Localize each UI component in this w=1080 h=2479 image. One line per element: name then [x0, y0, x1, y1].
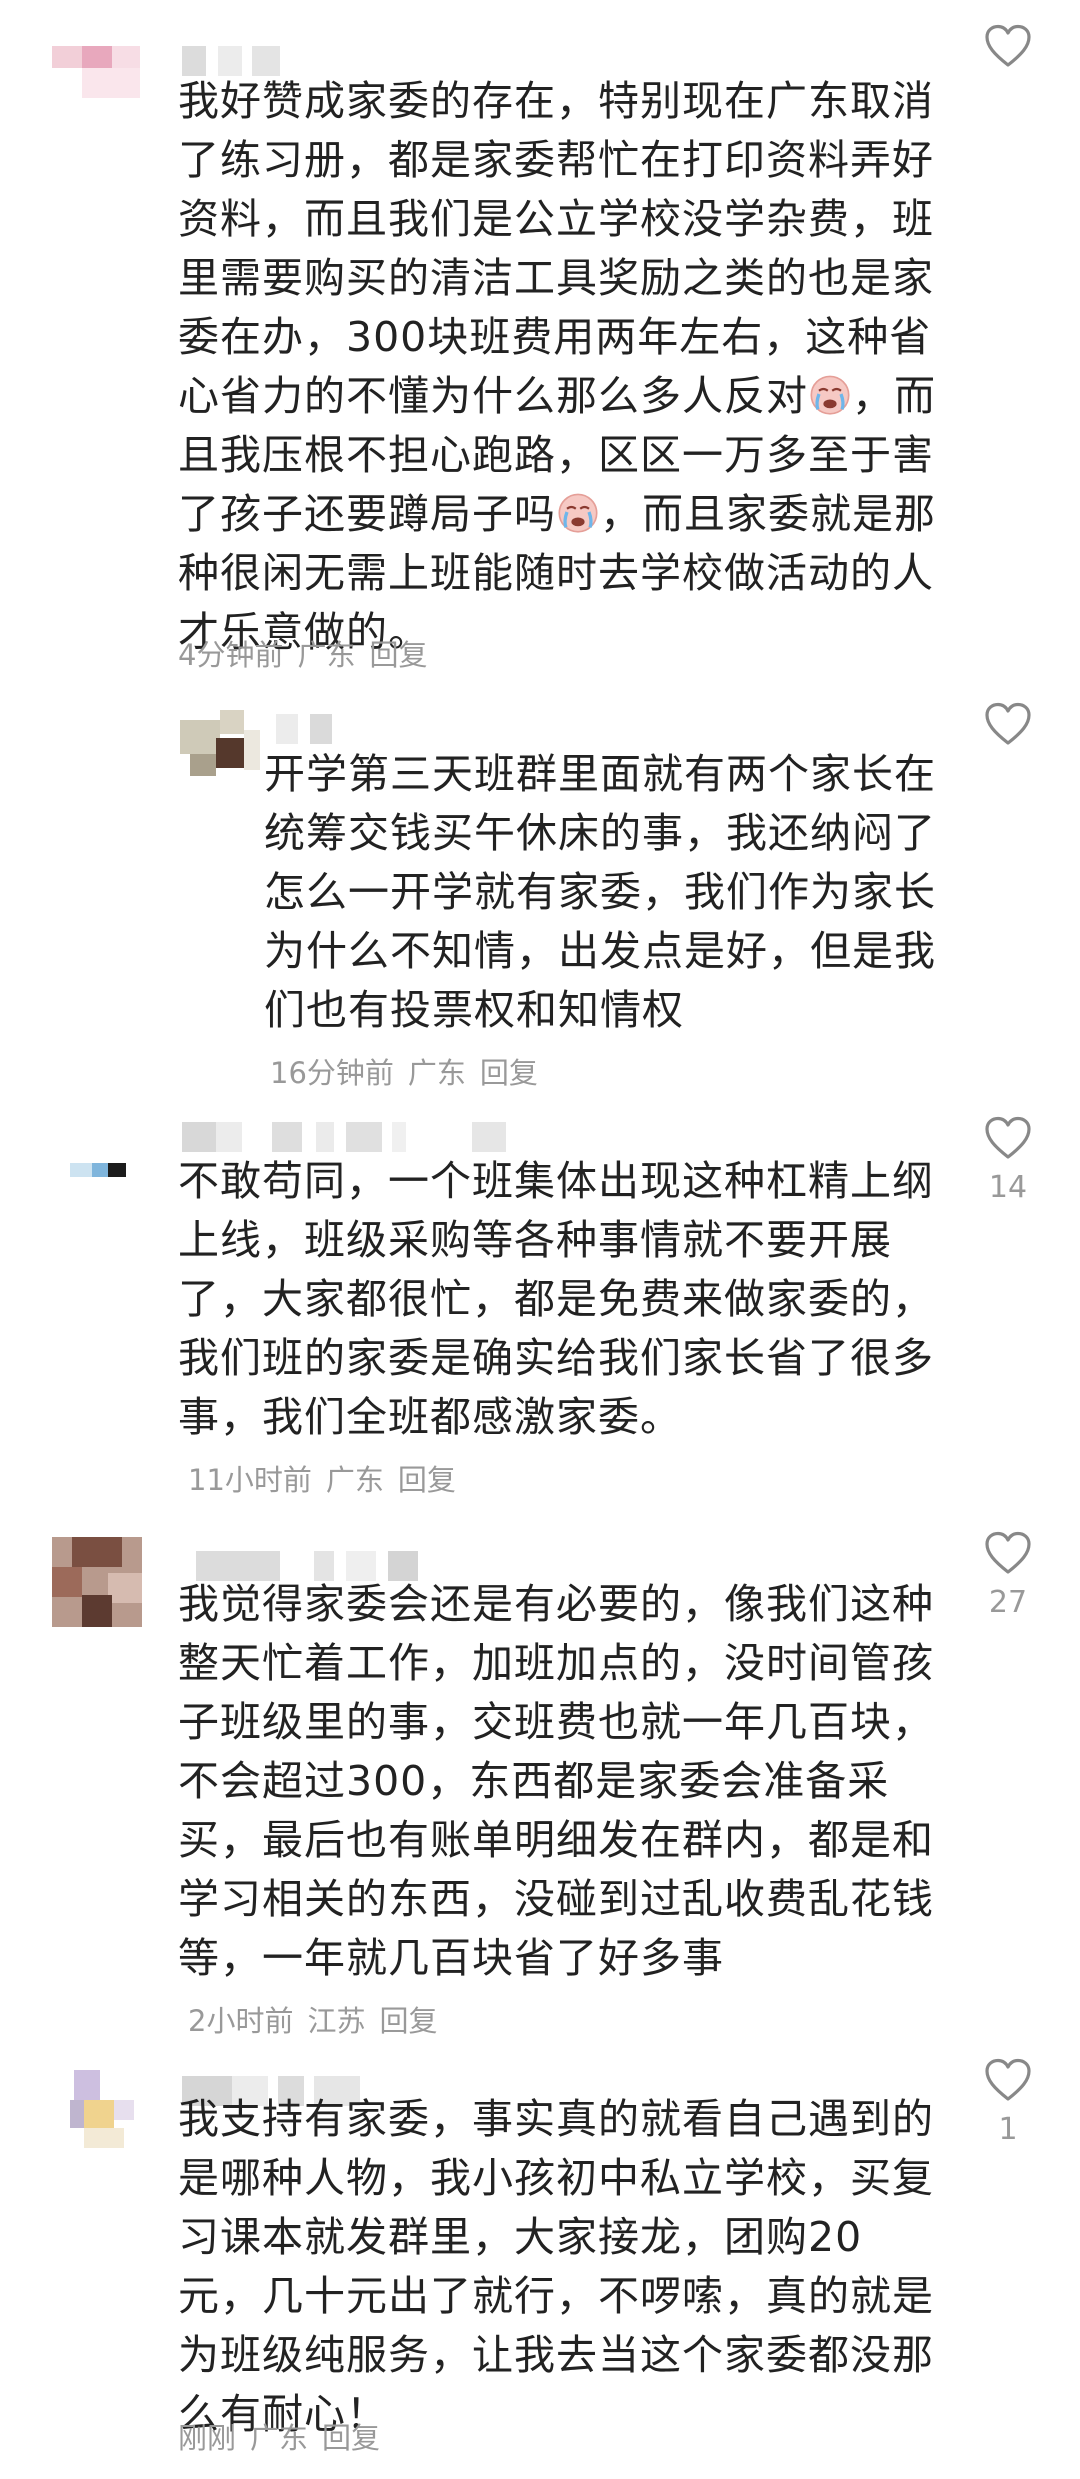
- comment-text: 不敢苟同，一个班集体出现这种杠精上纲上线，班级采购等各种事情就不要开展了，大家都…: [178, 1157, 934, 1497]
- comment-text: 我支持有家委，事实真的就看自己遇到的是哪种人物，我小孩初中私立学校，买复习课本就…: [178, 2095, 934, 2438]
- comment-location: 广东: [407, 1056, 466, 1090]
- comment-time: 刚刚: [178, 2421, 237, 2455]
- like-count: 1: [998, 2112, 1018, 2147]
- avatar[interactable]: [52, 30, 142, 108]
- comment-item: 我觉得家委会还是有必要的，像我们这种整天忙着工作，加班加点的，没时间管孩子班级里…: [0, 1515, 1080, 2038]
- avatar[interactable]: [70, 2060, 140, 2154]
- comment-meta: 2小时前 江苏 回复: [188, 2004, 451, 2038]
- comment-location: 广东: [250, 2421, 309, 2455]
- reply-button[interactable]: 回复: [322, 2421, 380, 2455]
- heart-icon: [984, 24, 1032, 68]
- like-button[interactable]: [978, 702, 1038, 756]
- heart-icon: [984, 1531, 1032, 1575]
- reply-button[interactable]: 回复: [480, 1056, 538, 1090]
- like-button[interactable]: 14: [978, 1116, 1038, 1205]
- comment-meta: 11小时前 广东 回复: [188, 1463, 470, 1497]
- comment-location: 江苏: [307, 2004, 366, 2038]
- like-button[interactable]: [978, 24, 1038, 78]
- comment-item: 我支持有家委，事实真的就看自己遇到的是哪种人物，我小孩初中私立学校，买复习课本就…: [0, 2040, 1080, 2479]
- username-blurred[interactable]: [276, 714, 356, 744]
- avatar[interactable]: [52, 1537, 142, 1627]
- crying-face-icon: [556, 490, 600, 534]
- reply-button[interactable]: 回复: [379, 2004, 437, 2038]
- comment-meta: 刚刚 广东 回复: [178, 2415, 394, 2457]
- comment-text: 开学第三天班群里面就有两个家长在统筹交钱买午休床的事，我还纳闷了怎么一开学就有家…: [264, 750, 936, 1090]
- comment-text: 我觉得家委会还是有必要的，像我们这种整天忙着工作，加班加点的，没时间管孩子班级里…: [178, 1580, 934, 2038]
- like-button[interactable]: 1: [978, 2058, 1038, 2147]
- like-count: 27: [988, 1585, 1028, 1620]
- heart-icon: [984, 2058, 1032, 2102]
- avatar[interactable]: [180, 710, 260, 790]
- reply-comment-item: 开学第三天班群里面就有两个家长在统筹交钱买午休床的事，我还纳闷了怎么一开学就有家…: [0, 690, 1080, 1090]
- comment-time: 4分钟前: [178, 638, 284, 672]
- comment-location: 广东: [297, 638, 356, 672]
- comment-meta: 16分钟前 广东 回复: [270, 1056, 552, 1090]
- reply-button[interactable]: 回复: [398, 1463, 456, 1497]
- comment-text: 我好赞成家委的存在，特别现在广东取消了练习册，都是家委帮忙在打印资料弄好资料，而…: [178, 77, 936, 656]
- heart-icon: [984, 702, 1032, 746]
- heart-icon: [984, 1116, 1032, 1160]
- comment-item: 不敢苟同，一个班集体出现这种杠精上纲上线，班级采购等各种事情就不要开展了，大家都…: [0, 1100, 1080, 1500]
- comment-location: 广东: [325, 1463, 384, 1497]
- comment-item: 我好赞成家委的存在，特别现在广东取消了练习册，都是家委帮忙在打印资料弄好资料，而…: [0, 0, 1080, 680]
- comment-time: 2小时前: [188, 2004, 294, 2038]
- reply-button[interactable]: 回复: [369, 638, 427, 672]
- like-count: 14: [988, 1170, 1028, 1205]
- comment-meta: 4分钟前 广东 回复: [178, 632, 441, 674]
- username-blurred[interactable]: [182, 1122, 512, 1152]
- avatar[interactable]: [60, 1155, 140, 1195]
- crying-face-icon: [808, 372, 852, 416]
- like-button[interactable]: 27: [978, 1531, 1038, 1620]
- comment-time: 11小时前: [188, 1463, 312, 1497]
- comment-time: 16分钟前: [270, 1056, 394, 1090]
